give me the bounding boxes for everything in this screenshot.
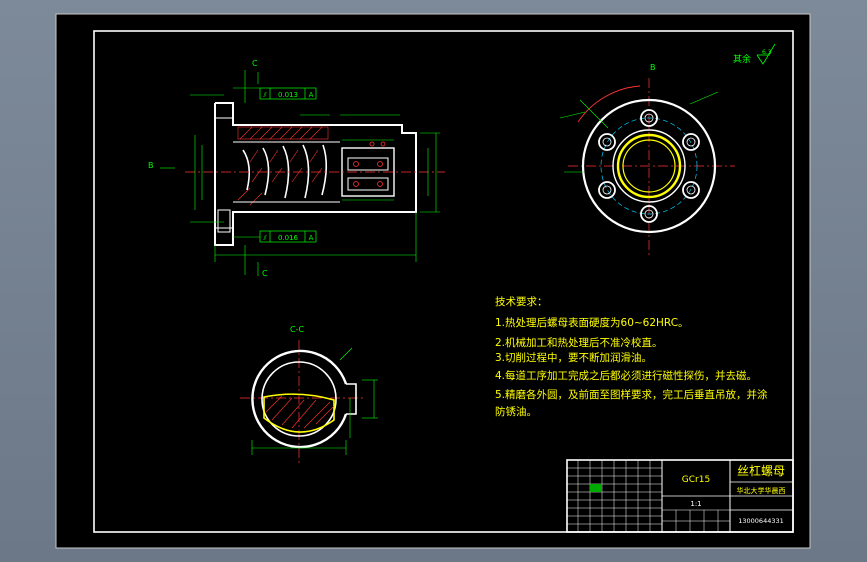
tech-req-item-6: 防锈油。 bbox=[495, 405, 537, 418]
view-label-b-top: B bbox=[650, 63, 656, 72]
roughness-label: 其余 bbox=[733, 53, 751, 65]
tech-req-item-5: 5.精磨各外圆，及前面至图样要求，完工后垂直吊放，并涂 bbox=[495, 388, 768, 401]
tolerance-value-top: 0.013 bbox=[278, 91, 298, 99]
drawing-sheet bbox=[55, 13, 811, 549]
title-code: 13000644331 bbox=[738, 517, 784, 525]
title-scale: 1:1 bbox=[690, 500, 701, 508]
title-school: 华北大学华晨西 bbox=[737, 486, 786, 495]
tech-req-item-1: 1.热处理后螺母表面硬度为60~62HRC。 bbox=[495, 316, 689, 329]
cut-label-top: C bbox=[252, 59, 258, 68]
view-label-b-left: B bbox=[148, 161, 154, 170]
tech-req-heading: 技术要求： bbox=[495, 295, 548, 308]
title-material: GCr15 bbox=[682, 475, 710, 485]
tech-req-item-4: 4.每道工序加工完成之后都必须进行磁性探伤，并去磁。 bbox=[495, 369, 757, 382]
roughness-value: 6.3 bbox=[762, 49, 772, 56]
section-cc-label: C-C bbox=[290, 325, 304, 334]
tolerance-datum-top: A bbox=[309, 91, 314, 99]
cut-label-bottom: C bbox=[262, 269, 268, 278]
tech-req-item-3: 3.切削过程中，要不断加润滑油。 bbox=[495, 351, 652, 364]
cad-drawing-canvas: ⫽ 0.013 A ⫽ 0.016 A C C B B 其余 6.3 C-C 技… bbox=[55, 13, 811, 549]
title-part-name: 丝杠螺母 bbox=[737, 463, 785, 478]
tech-req-item-2: 2.机械加工和热处理后不准冷校直。 bbox=[495, 336, 663, 349]
tolerance-value-bottom: 0.016 bbox=[278, 234, 299, 242]
tolerance-datum-bottom: A bbox=[309, 234, 314, 242]
